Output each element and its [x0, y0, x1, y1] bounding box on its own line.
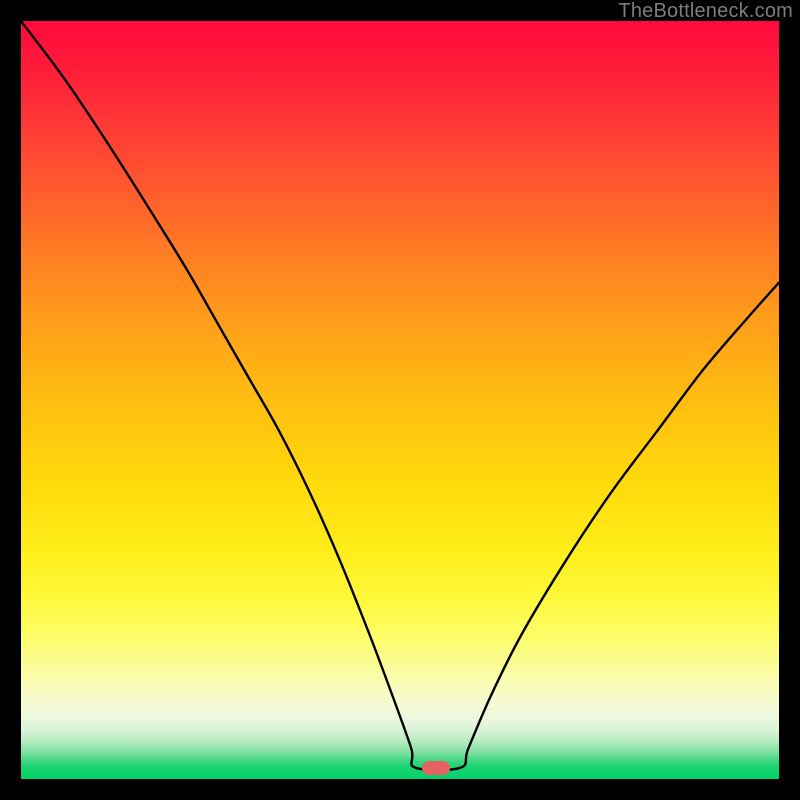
watermark-text: TheBottleneck.com	[618, 0, 793, 23]
plot-area	[21, 21, 779, 779]
optimal-marker	[422, 761, 450, 775]
bottleneck-curve	[21, 21, 779, 779]
